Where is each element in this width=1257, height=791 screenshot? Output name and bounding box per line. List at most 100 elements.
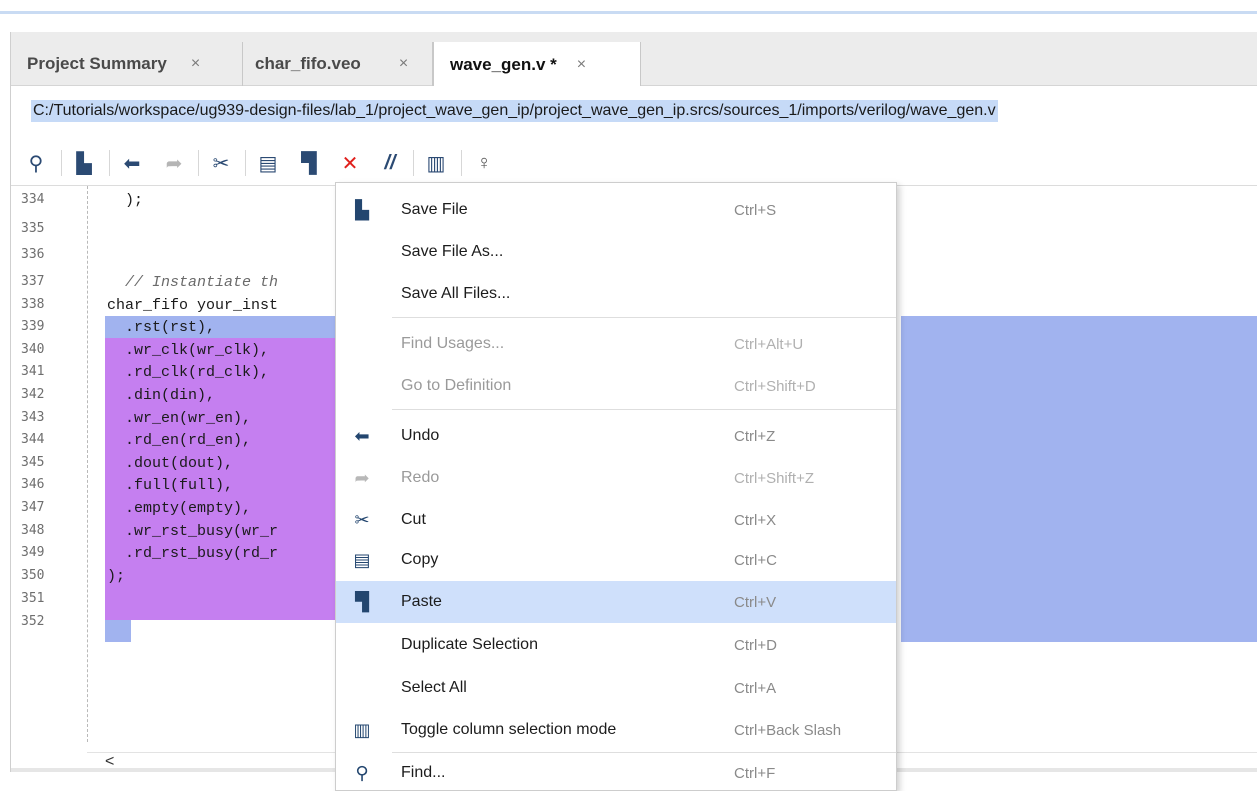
gutter-divider [87,186,88,742]
copy-icon[interactable]: ▤ [255,150,281,176]
line-number: 352 [21,614,45,629]
menu-item-save-file-as[interactable]: Save File As... [336,231,896,273]
code-line: .wr_en(wr_en), [107,410,252,427]
menu-item-label: Find Usages... [401,335,505,352]
toolbar-separator [461,150,462,176]
comment-icon[interactable]: // [377,150,403,176]
line-number: 339 [21,319,45,334]
menu-item-label: Cut [401,511,426,528]
line-number: 344 [21,432,45,447]
redo-icon: ➦ [354,467,370,488]
menu-item-shortcut: Ctrl+V [734,593,777,611]
lightbulb-icon[interactable]: ♀ [471,150,497,176]
tab-bar: Project Summary × char_fifo.veo × wave_g… [11,32,1257,87]
menu-item-save-all-files[interactable]: Save All Files... [336,273,896,315]
menu-item-go-to-definition: Go to Definition Ctrl+Shift+D [336,365,896,407]
menu-item-find-usages: Find Usages... Ctrl+Alt+U [336,323,896,365]
editor-toolbar: ⚲ ▙ ⬅ ➦ ✂ ▤ ▜ ✕ // ▥ ♀ [11,138,1257,186]
menu-item-shortcut: Ctrl+C [734,551,777,569]
menu-item-label: Save File [401,201,468,218]
code-line: .rst(rst), [107,319,216,336]
search-icon[interactable]: ⚲ [23,150,49,176]
menu-item-copy[interactable]: ▤ Copy Ctrl+C [336,539,896,581]
menu-item-toggle-column-selection[interactable]: ▥ Toggle column selection mode Ctrl+Back… [336,709,896,751]
undo-icon[interactable]: ⬅ [119,150,145,176]
line-number: 335 [21,221,45,236]
menu-item-label: Find... [401,764,446,781]
delete-icon[interactable]: ✕ [337,150,363,176]
menu-item-undo[interactable]: ⬅ Undo Ctrl+Z [336,415,896,457]
menu-item-label: Duplicate Selection [401,636,538,653]
menu-item-label: Undo [401,427,440,444]
column-mode-icon[interactable]: ▥ [423,150,449,176]
code-line: .dout(dout), [107,455,234,472]
menu-item-label: Paste [401,593,442,610]
code-line: .din(din), [107,387,216,404]
copy-icon: ▤ [353,549,371,570]
line-number: 337 [21,274,45,289]
selection-highlight [901,316,1257,642]
context-menu: ▙ Save File Ctrl+S Save File As... Save … [335,182,897,791]
code-line: ); [107,192,144,209]
toolbar-separator [198,150,199,176]
code-line: .rd_clk(rd_clk), [107,364,270,381]
file-path-bar: C:/Tutorials/workspace/ug939-design-file… [11,86,1257,138]
save-icon[interactable]: ▙ [71,150,97,176]
tab-wave-gen[interactable]: wave_gen.v * × [433,42,641,87]
tab-project-summary[interactable]: Project Summary × [11,42,243,86]
line-number: 348 [21,523,45,538]
menu-item-label: Go to Definition [401,377,512,394]
close-icon[interactable]: × [399,55,408,73]
tab-char-fifo[interactable]: char_fifo.veo × [243,42,433,86]
menu-item-shortcut: Ctrl+X [734,511,777,529]
toolbar-separator [109,150,110,176]
code-line: // Instantiate th [107,274,279,291]
paste-icon[interactable]: ▜ [296,150,322,176]
menu-item-shortcut: Ctrl+Shift+Z [734,469,815,487]
line-number: 351 [21,591,45,606]
redo-icon[interactable]: ➦ [161,150,187,176]
undo-icon: ⬅ [354,425,370,446]
code-line: ); [107,568,126,585]
line-number-gutter: 334 335 336 337 338 339 340 341 342 343 … [11,186,83,746]
cut-icon[interactable]: ✂ [208,150,234,176]
code-line: .empty(empty), [107,500,252,517]
menu-item-select-all[interactable]: Select All Ctrl+A [336,667,896,709]
code-line: .rd_rst_busy(rd_r [107,545,279,562]
line-number: 334 [21,192,45,207]
line-number: 338 [21,297,45,312]
menu-item-shortcut: Ctrl+Back Slash [734,721,842,739]
toolbar-separator [245,150,246,176]
file-path[interactable]: C:/Tutorials/workspace/ug939-design-file… [31,100,998,122]
close-icon[interactable]: × [577,56,586,74]
menu-item-label: Save All Files... [401,285,511,302]
save-icon: ▙ [355,199,369,220]
menu-item-cut[interactable]: ✂ Cut Ctrl+X [336,499,896,541]
search-icon: ⚲ [355,762,369,783]
line-number: 341 [21,364,45,379]
code-line: .wr_rst_busy(wr_r [107,523,279,540]
line-number: 345 [21,455,45,470]
tab-label: char_fifo.veo [255,54,361,73]
line-number: 346 [21,477,45,492]
code-line: .wr_clk(wr_clk), [107,342,270,359]
selection-highlight [105,620,131,642]
menu-item-save-file[interactable]: ▙ Save File Ctrl+S [336,189,896,231]
toolbar-separator [413,150,414,176]
close-icon[interactable]: × [191,55,200,73]
line-number: 343 [21,410,45,425]
line-number: 342 [21,387,45,402]
menu-item-paste[interactable]: ▜ Paste Ctrl+V [336,581,896,623]
menu-item-duplicate-selection[interactable]: Duplicate Selection Ctrl+D [336,624,896,666]
menu-item-find[interactable]: ⚲ Find... Ctrl+F [336,752,896,791]
menu-item-shortcut: Ctrl+Shift+D [734,377,816,395]
paste-icon: ▜ [355,591,369,612]
code-line: .full(full), [107,477,234,494]
menu-item-shortcut: Ctrl+S [734,201,777,219]
menu-item-shortcut: Ctrl+D [734,636,777,654]
cut-icon: ✂ [354,509,370,530]
menu-separator [392,317,896,318]
column-mode-icon: ▥ [353,719,371,740]
menu-item-label: Toggle column selection mode [401,721,617,738]
line-number: 349 [21,545,45,560]
